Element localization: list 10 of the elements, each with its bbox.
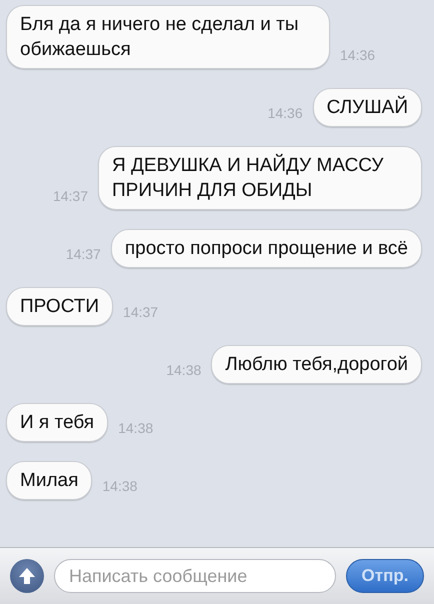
message-bubble: ПРОСТИ [6,287,114,326]
message-bubble: И я тебя [6,403,108,442]
message-bubble: Люблю тебя,дорогой [211,345,422,384]
message-bubble: СЛУШАЙ [312,88,422,127]
message-bubble: Бля да я ничего не сделал и ты обижаешься [6,5,330,69]
message-bubble: Я ДЕВУШКА И НАЙДУ МАССУ ПРИЧИН ДЛЯ ОБИДЫ [98,146,422,210]
message-bubble: Милая [6,461,92,500]
message-bubble: просто попроси прощение и всё [110,229,422,268]
send-button[interactable]: Отпр. [346,559,424,593]
message-input-field[interactable]: Написать сообщение [54,559,336,593]
